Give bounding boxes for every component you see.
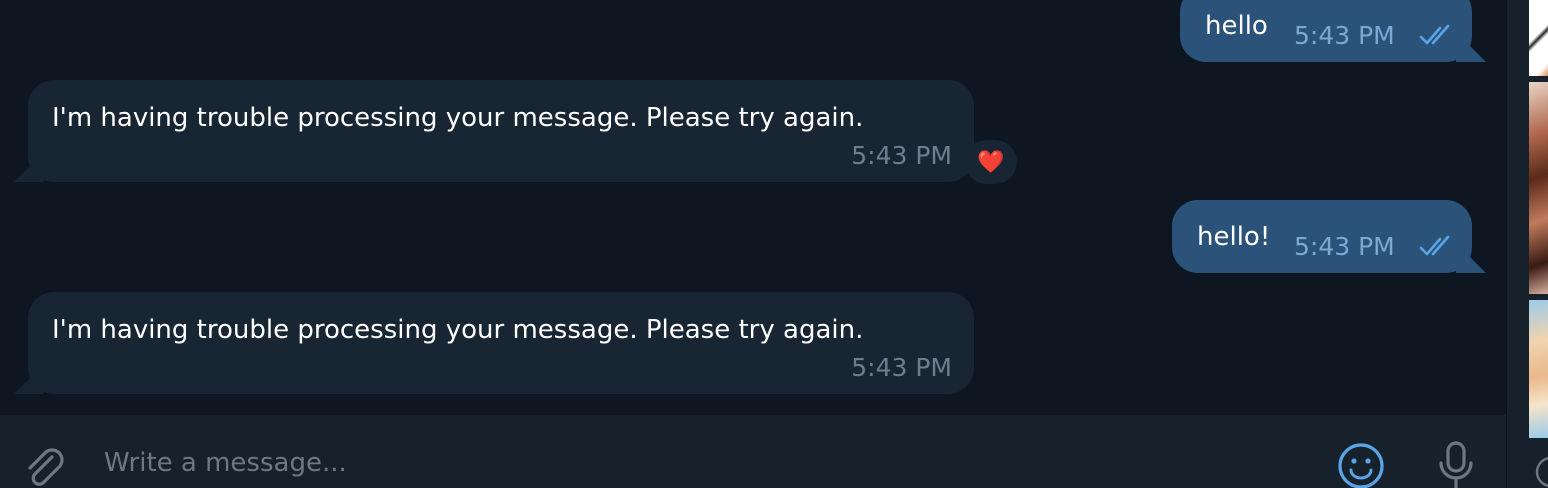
message-outgoing[interactable]: hello 5:43 PM — [1180, 0, 1472, 62]
message-time: 5:43 PM — [1294, 232, 1395, 261]
message-composer — [0, 414, 1506, 488]
paperclip-icon[interactable] — [22, 445, 68, 488]
message-incoming[interactable]: I'm having trouble processing your messa… — [28, 80, 974, 182]
chat-thumbnail[interactable] — [1529, 300, 1548, 438]
message-text: I'm having trouble processing your messa… — [52, 315, 864, 345]
message-text: hello — [1205, 11, 1268, 41]
heart-icon: ❤️ — [977, 149, 1005, 175]
double-check-icon — [1419, 24, 1450, 45]
message-list[interactable]: hello 5:43 PM I'm having trouble process… — [0, 0, 1506, 414]
chat-thumbnail[interactable] — [1529, 0, 1548, 76]
message-time: 5:43 PM — [1294, 21, 1395, 50]
telegram-chat-window: hello 5:43 PM I'm having trouble process… — [0, 0, 1548, 488]
message-time: 5:43 PM — [851, 353, 952, 382]
message-input[interactable] — [104, 445, 1304, 481]
bubble-tail — [14, 374, 44, 394]
bubble-tail — [1456, 253, 1486, 273]
message-incoming[interactable]: I'm having trouble processing your messa… — [28, 292, 974, 394]
message-text: hello! — [1197, 222, 1271, 252]
scroll-down-icon[interactable] — [1529, 454, 1548, 488]
smiley-icon[interactable] — [1336, 441, 1386, 488]
side-panel-strip — [1506, 0, 1548, 488]
bubble-tail — [1456, 42, 1486, 62]
message-text: I'm having trouble processing your messa… — [52, 103, 864, 133]
bubble-tail — [14, 162, 44, 182]
double-check-icon — [1419, 235, 1450, 256]
chat-thumbnail[interactable] — [1529, 82, 1548, 294]
message-outgoing[interactable]: hello! 5:43 PM — [1172, 200, 1472, 273]
reaction-heart[interactable]: ❤️ — [965, 140, 1017, 184]
message-time: 5:43 PM — [851, 141, 952, 170]
microphone-icon[interactable] — [1434, 439, 1478, 488]
